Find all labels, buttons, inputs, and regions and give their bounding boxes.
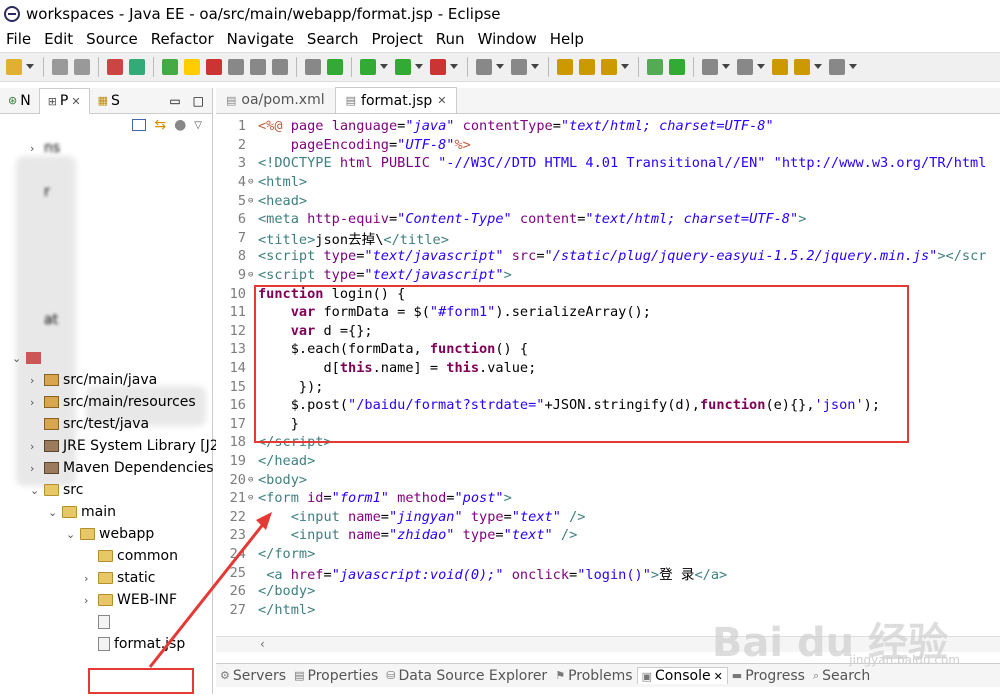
tab-label: Console bbox=[655, 668, 711, 684]
tab-problems[interactable]: ⚑ Problems bbox=[551, 668, 636, 684]
tab-label: Servers bbox=[232, 667, 287, 684]
search-icon: ⌕ bbox=[812, 668, 820, 682]
tab-properties[interactable]: ▤ Properties bbox=[290, 668, 382, 684]
tab-label: Properties bbox=[307, 667, 379, 684]
tab-data-source-explorer[interactable]: ⛁ Data Source Explorer bbox=[382, 668, 551, 684]
problems-icon: ⚑ bbox=[555, 669, 566, 682]
tab-console[interactable]: ▣ Console ✕ bbox=[636, 667, 728, 684]
tab-label: Search bbox=[822, 667, 871, 684]
tab-search[interactable]: ⌕ Search bbox=[809, 668, 874, 684]
tab-label: Progress bbox=[745, 667, 805, 684]
servers-icon: ⚙ bbox=[220, 669, 230, 682]
watermark-url: jingyan.baidu.com bbox=[849, 653, 960, 667]
properties-icon: ▤ bbox=[294, 669, 305, 682]
tab-servers[interactable]: ⚙ Servers bbox=[216, 668, 290, 684]
progress-icon: ▬ bbox=[731, 669, 743, 682]
annotation-arrow bbox=[148, 512, 272, 668]
console-icon: ▣ bbox=[641, 669, 652, 683]
close-icon[interactable]: ✕ bbox=[714, 670, 723, 683]
tab-label: Problems bbox=[568, 667, 633, 684]
tab-label: Data Source Explorer bbox=[398, 667, 548, 684]
tab-progress[interactable]: ▬ Progress bbox=[728, 668, 809, 684]
data-source-icon: ⛁ bbox=[386, 669, 396, 682]
